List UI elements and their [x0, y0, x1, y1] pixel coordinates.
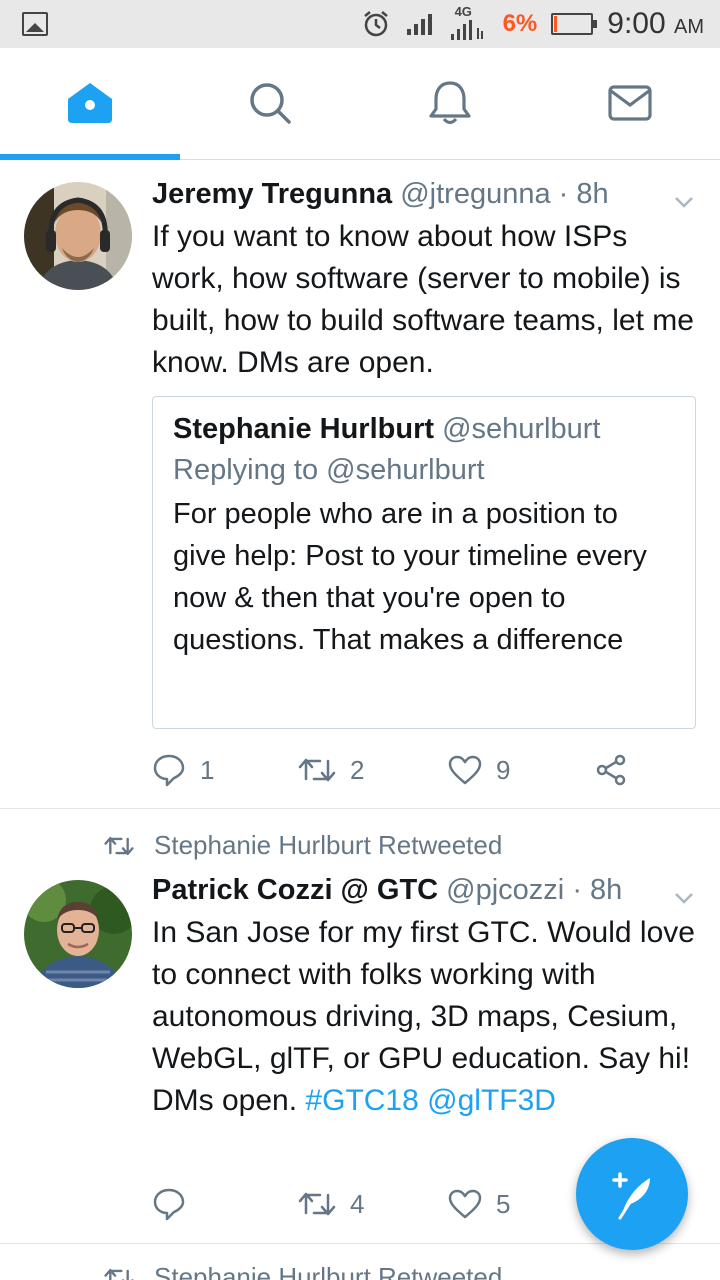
retweet-icon [104, 1268, 134, 1280]
tweet-body: In San Jose for my first GTC. Would love… [152, 916, 695, 1117]
gallery-notification-icon [22, 12, 48, 36]
tweet-text: If you want to know about how ISPs work,… [152, 220, 694, 379]
next-social-context-label[interactable]: Stephanie Hurlburt Retweeted [154, 1262, 502, 1280]
tweet-actions: 1 2 9 [152, 750, 652, 790]
replying-to: Replying to @sehurlburt [173, 454, 485, 486]
like-button[interactable]: 9 [448, 750, 510, 790]
tweet-header: Jeremy Tregunna @jtregunna · 8h [152, 176, 696, 212]
retweet-button[interactable]: 4 [298, 1184, 364, 1224]
mobile-data-indicator: 4G [449, 4, 489, 44]
like-button[interactable]: 5 [448, 1184, 510, 1224]
like-count: 9 [496, 754, 511, 785]
home-icon [68, 83, 112, 123]
quoted-tweet-text: For people who are in a position to give… [173, 498, 647, 656]
clock-ampm: AM [674, 16, 704, 38]
compose-feather-icon [612, 1172, 650, 1220]
quoted-author-handle: @sehurlburt [442, 413, 601, 445]
author-name[interactable]: Patrick Cozzi @ GTC [152, 874, 438, 906]
tab-notifications[interactable] [360, 48, 540, 158]
tweet[interactable]: Jeremy Tregunna @jtregunna · 8h If you w… [0, 160, 720, 809]
network-type-label: 4G [454, 4, 472, 19]
bell-icon [429, 81, 471, 125]
mention-link[interactable]: @glTF3D [427, 1084, 556, 1117]
hashtag-link[interactable]: #GTC18 [305, 1084, 418, 1117]
reply-button[interactable] [152, 1184, 200, 1224]
share-button[interactable] [594, 750, 628, 790]
quoted-author: Stephanie Hurlburt @sehurlburt [173, 411, 675, 447]
tweet-timestamp: · 8h [572, 874, 623, 906]
tweet-text: In San Jose for my first GTC. Would love… [152, 912, 696, 1122]
reply-count: 1 [200, 754, 215, 785]
search-icon [250, 83, 291, 124]
share-icon [596, 754, 626, 786]
quoted-tweet[interactable]: Stephanie Hurlburt @sehurlburt Replying … [152, 396, 696, 729]
envelope-icon [608, 85, 652, 121]
social-context: Stephanie Hurlburt Retweeted [104, 830, 502, 861]
social-context-label[interactable]: Stephanie Hurlburt Retweeted [154, 830, 502, 861]
clock: 9:00 AM [607, 7, 704, 41]
clock-time: 9:00 [607, 7, 666, 40]
retweet-button[interactable]: 2 [298, 750, 364, 790]
chevron-down-icon[interactable] [672, 886, 696, 910]
retweet-icon [104, 836, 134, 855]
tab-home[interactable] [0, 48, 180, 158]
retweet-count: 2 [350, 754, 365, 785]
tweet-header: Patrick Cozzi @ GTC @pjcozzi · 8h [152, 872, 696, 908]
next-tweet-social-context: Stephanie Hurlburt Retweeted [104, 1262, 502, 1280]
tab-bar [0, 48, 720, 160]
tab-search[interactable] [180, 48, 360, 158]
retweet-count: 4 [350, 1188, 365, 1219]
author-handle[interactable]: @pjcozzi [446, 874, 564, 906]
tab-messages[interactable] [540, 48, 720, 158]
author-name[interactable]: Jeremy Tregunna [152, 178, 392, 210]
reply-icon [153, 754, 185, 787]
avatar[interactable] [24, 182, 132, 290]
heart-icon [448, 755, 482, 785]
author-handle[interactable]: @jtregunna [400, 178, 550, 210]
quoted-author-name: Stephanie Hurlburt [173, 413, 435, 445]
reply-icon [153, 1188, 185, 1221]
retweet-icon [298, 758, 336, 782]
compose-tweet-button[interactable] [576, 1138, 688, 1250]
avatar[interactable] [24, 880, 132, 988]
heart-icon [448, 1189, 482, 1219]
tweet-timestamp: · 8h [558, 178, 609, 210]
signal-icon [406, 14, 432, 35]
chevron-down-icon[interactable] [672, 190, 696, 214]
retweet-icon [298, 1192, 336, 1216]
like-count: 5 [496, 1188, 511, 1219]
status-bar: 4G 6% 9:00 AM [0, 0, 720, 48]
alarm-icon [363, 11, 388, 37]
battery-percentage: 6% [502, 10, 538, 37]
reply-button[interactable]: 1 [152, 750, 214, 790]
battery-icon [551, 13, 598, 35]
